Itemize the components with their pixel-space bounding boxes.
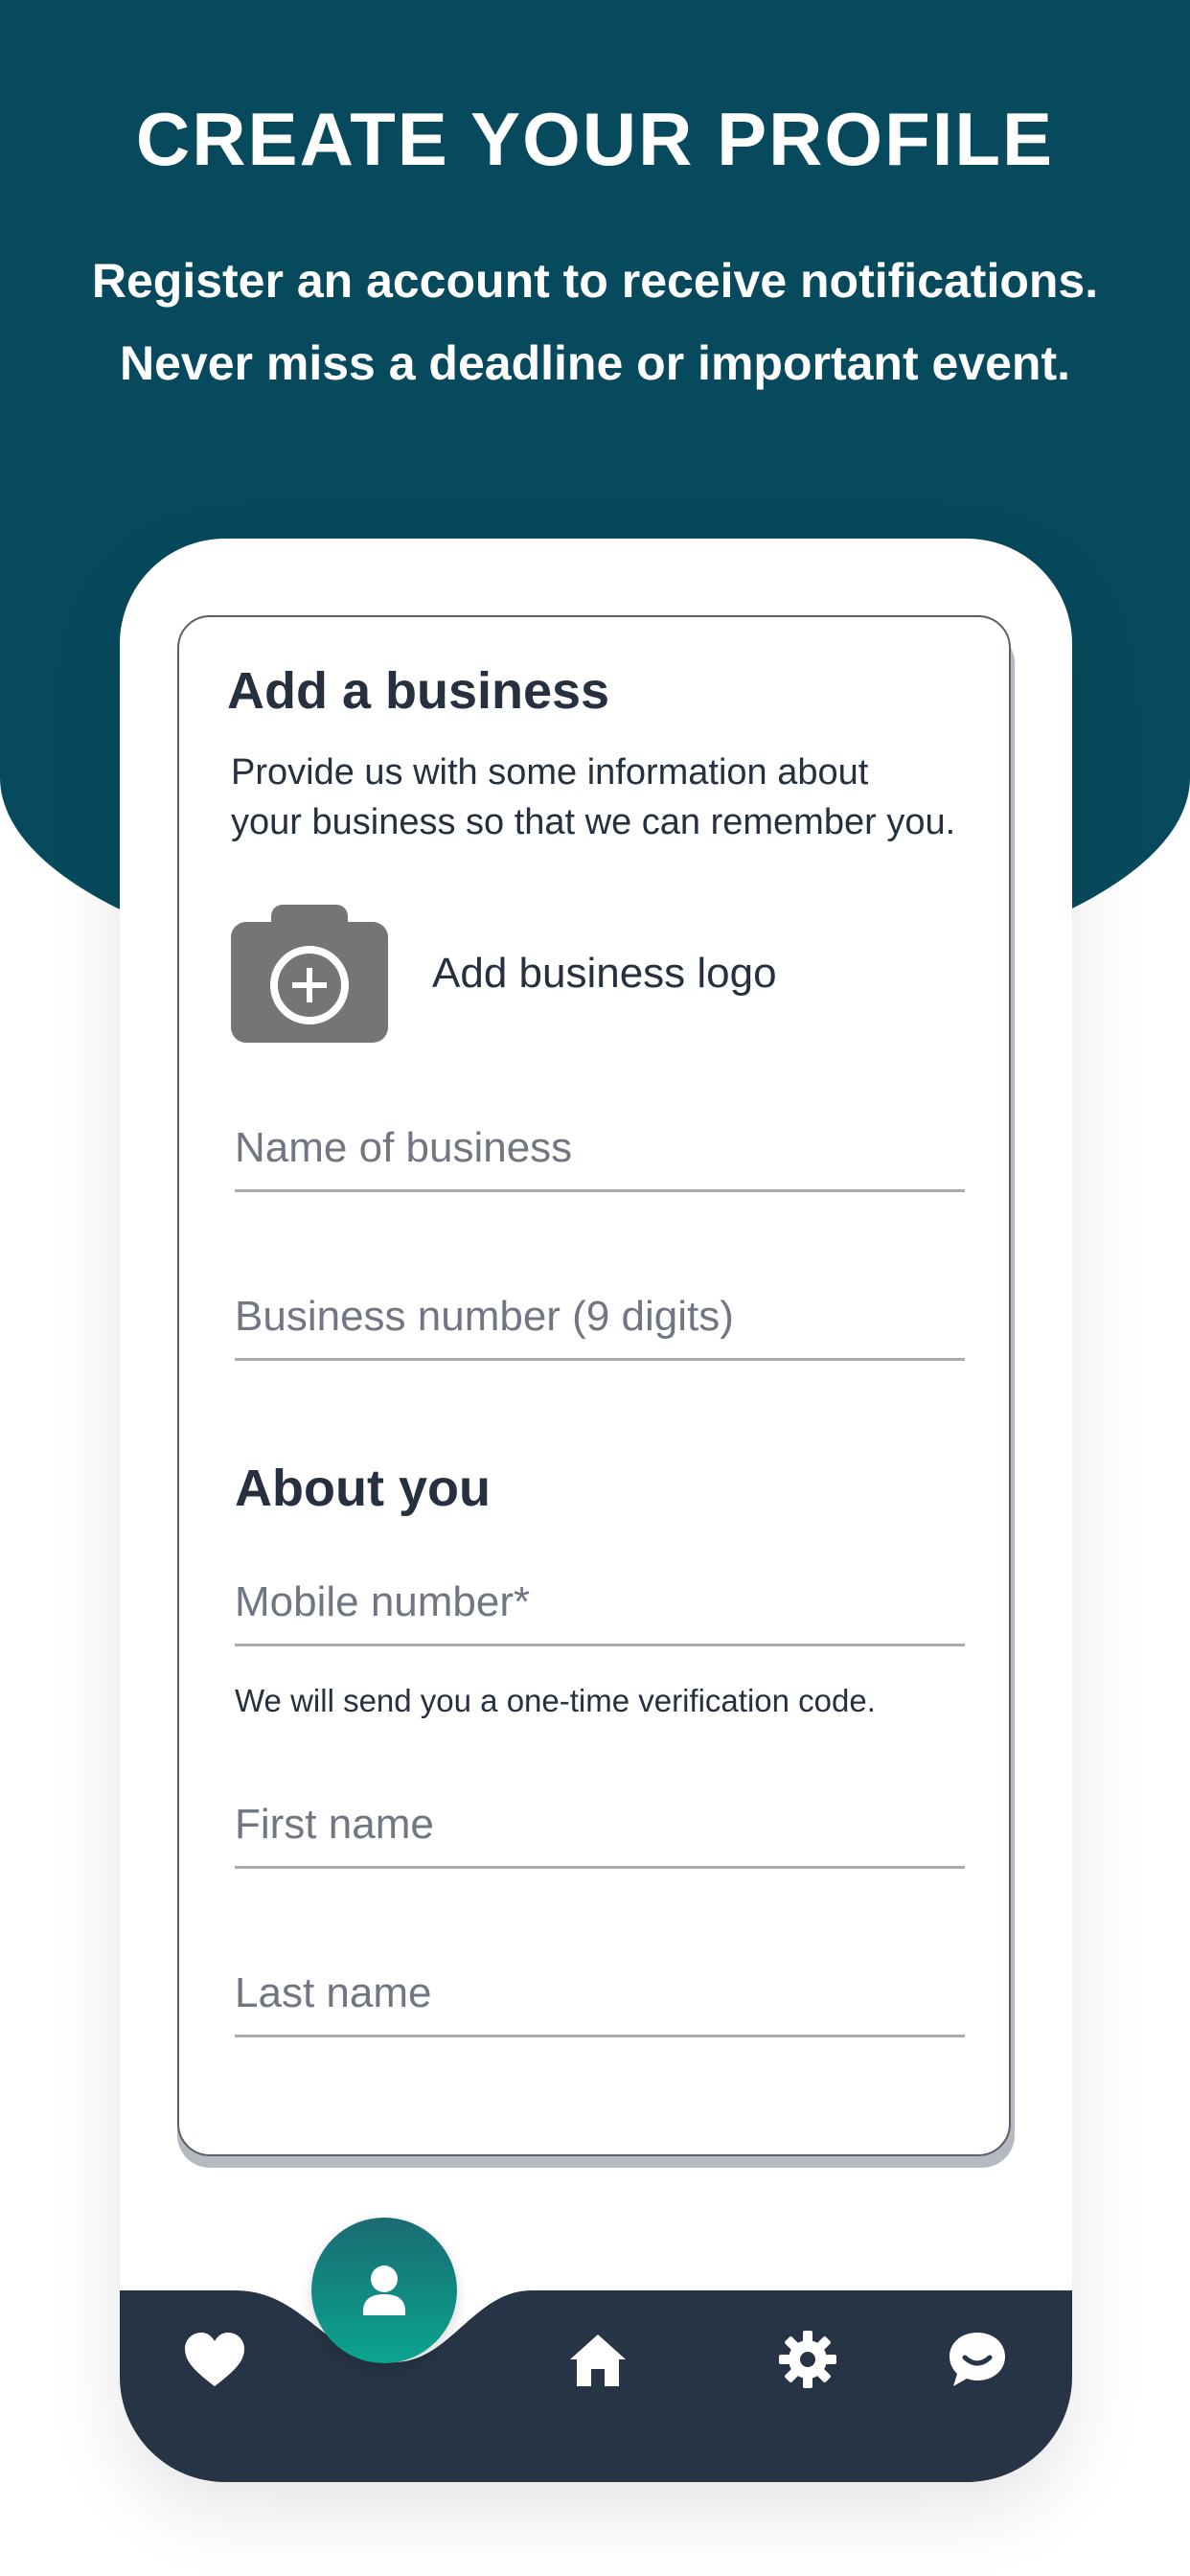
business-name-input[interactable] bbox=[235, 1106, 965, 1189]
add-business-logo-label: Add business logo bbox=[432, 950, 777, 997]
gear-icon[interactable] bbox=[779, 2331, 836, 2393]
add-business-logo-button[interactable]: Add business logo bbox=[231, 905, 777, 1043]
page-title: CREATE YOUR PROFILE bbox=[135, 97, 1055, 181]
business-name-field bbox=[235, 1106, 965, 1192]
page-subtitle: Register an account to receive notificat… bbox=[0, 240, 1190, 404]
subtitle-line-1: Register an account to receive notificat… bbox=[91, 254, 1099, 308]
add-business-heading: Add a business bbox=[227, 662, 610, 720]
phone-frame: Add a business Provide us with some info… bbox=[120, 539, 1072, 2482]
bottom-navigation-bar bbox=[120, 2290, 1072, 2482]
mobile-number-input[interactable] bbox=[235, 1560, 965, 1644]
registration-form-card: Add a business Provide us with some info… bbox=[177, 615, 1011, 2156]
last-name-input[interactable] bbox=[235, 1951, 965, 2035]
add-business-description: Provide us with some information about y… bbox=[231, 748, 955, 847]
home-icon[interactable] bbox=[568, 2333, 628, 2393]
description-line-1: Provide us with some information about bbox=[231, 752, 869, 793]
profile-screen: CREATE YOUR PROFILE Register an account … bbox=[0, 0, 1190, 2576]
favorites-heart-icon[interactable] bbox=[185, 2333, 244, 2393]
last-name-field bbox=[235, 1951, 965, 2037]
subtitle-line-2: Never miss a deadline or important event… bbox=[120, 336, 1070, 390]
mobile-number-field bbox=[235, 1560, 965, 1646]
camera-add-icon bbox=[231, 905, 388, 1043]
description-line-2: your business so that we can remember yo… bbox=[231, 802, 956, 842]
business-number-field bbox=[235, 1275, 965, 1361]
profile-fab-button[interactable] bbox=[311, 2218, 457, 2363]
business-number-input[interactable] bbox=[235, 1275, 965, 1358]
chat-icon[interactable] bbox=[948, 2331, 1007, 2393]
mobile-helper-text: We will send you a one-time verification… bbox=[235, 1683, 876, 1718]
user-icon bbox=[363, 2266, 405, 2315]
first-name-input[interactable] bbox=[235, 1782, 965, 1866]
first-name-field bbox=[235, 1782, 965, 1869]
about-you-heading: About you bbox=[235, 1460, 491, 1517]
